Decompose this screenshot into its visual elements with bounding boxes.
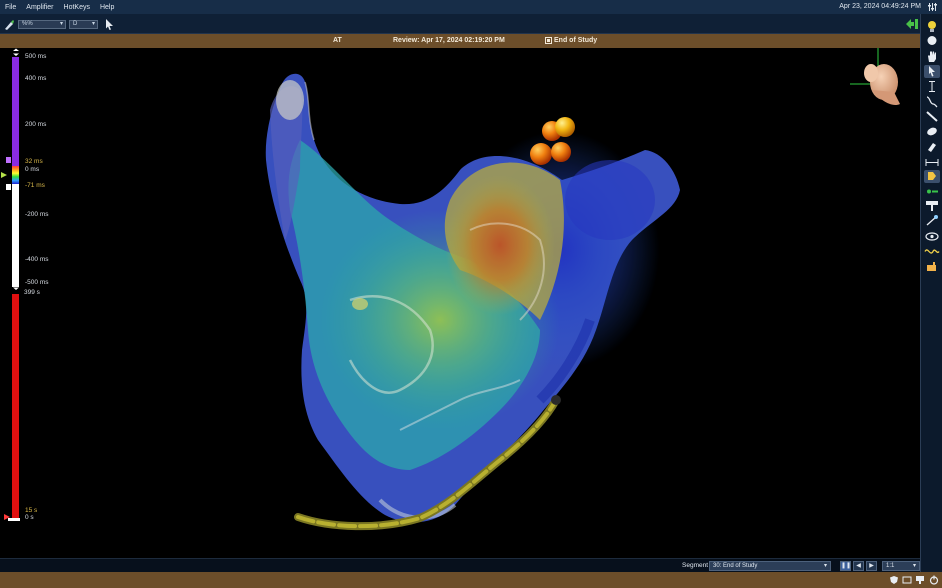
anatomy-map[interactable]: 500 ms 400 ms 200 ms 32 ms 0 ms -71 ms -…	[0, 48, 920, 558]
scale-white-region	[12, 184, 19, 287]
chevron-down-icon: ▾	[59, 21, 63, 27]
upper-threshold-marker[interactable]	[6, 157, 11, 163]
lesion-tag[interactable]	[551, 142, 571, 162]
info-bar: AT Review: Apr 17, 2024 02:19:20 PM End …	[0, 34, 920, 48]
time-label-start: 0 s	[25, 514, 34, 521]
wave-icon[interactable]	[924, 245, 940, 258]
menu-amplifier[interactable]: Amplifier	[26, 4, 53, 11]
shield-icon[interactable]	[889, 575, 899, 585]
scale-red-region	[12, 294, 19, 518]
scale-label-minus-500: -500 ms	[25, 279, 49, 286]
scale-label-zero: 0 ms	[25, 166, 40, 173]
letter-combo-value: D	[73, 21, 78, 27]
zero-marker[interactable]	[1, 172, 7, 178]
segment-name: End of Study	[554, 37, 598, 44]
scale-label-200: 200 ms	[25, 121, 47, 128]
eraser-icon[interactable]	[924, 140, 940, 153]
lesion-tag[interactable]	[555, 117, 575, 137]
width-icon[interactable]	[924, 156, 940, 169]
scale-label-minus-400: -400 ms	[25, 256, 49, 263]
power-icon[interactable]	[929, 575, 939, 585]
orientation-indicator	[850, 48, 900, 106]
catheter-icon[interactable]	[924, 185, 940, 198]
step-forward-button[interactable]: ▶	[866, 561, 877, 571]
color-scale[interactable]	[1, 48, 20, 522]
exit-arrow-icon[interactable]	[905, 18, 919, 30]
menu-help[interactable]: Help	[100, 4, 114, 11]
segment-select[interactable]: 30: End of Study ▾	[709, 561, 831, 571]
scale-label-upper-threshold: 32 ms	[25, 158, 43, 165]
projection-icon[interactable]	[924, 199, 940, 212]
step-forward-icon: ▶	[869, 563, 874, 569]
line-icon[interactable]	[924, 110, 940, 123]
ellipse-icon[interactable]	[924, 125, 940, 138]
status-bar	[0, 572, 942, 588]
scale-label-500: 500 ms	[25, 53, 47, 60]
lesion-tag[interactable]	[530, 143, 552, 165]
caliper-icon[interactable]	[924, 80, 940, 93]
view-combo-value: %%	[22, 21, 33, 27]
chevron-down-icon: ▾	[823, 563, 827, 569]
segment-select-value: 30: End of Study	[713, 563, 758, 569]
right-toolbar	[920, 14, 942, 574]
catheter-tip	[551, 395, 561, 405]
pause-icon: ❚❚	[841, 563, 852, 569]
menu-hotkeys[interactable]: HotKeys	[64, 4, 90, 11]
pointer-icon[interactable]	[924, 65, 940, 78]
scale-end-marker	[8, 518, 20, 521]
vector-icon[interactable]	[924, 214, 940, 227]
chevron-down-icon: ▾	[912, 563, 916, 569]
review-timestamp: Review: Apr 17, 2024 02:19:20 PM	[393, 37, 505, 44]
time-label-current: 15 s	[25, 507, 38, 514]
curve-icon[interactable]	[924, 95, 940, 108]
menu-file[interactable]: File	[5, 4, 16, 11]
segment-bar: Segment 30: End of Study ▾ ❚❚ ◀ ▶ 1:1 ▾	[0, 558, 920, 572]
letter-combo[interactable]: D ▾	[69, 20, 98, 29]
speed-select[interactable]: 1:1 ▾	[882, 561, 920, 571]
time-label-total: 399 s	[24, 289, 41, 296]
step-back-button[interactable]: ◀	[853, 561, 864, 571]
eye-icon[interactable]	[924, 230, 940, 243]
hand-pointer-icon[interactable]	[924, 260, 940, 273]
segment-icon	[545, 37, 552, 44]
clock: Apr 23, 2024 04:49:24 PM	[839, 3, 921, 10]
sphere-icon[interactable]	[924, 34, 940, 47]
chamber-surface[interactable]	[265, 73, 680, 523]
light-bulb-icon[interactable]	[924, 20, 940, 33]
scale-top-handle[interactable]	[13, 48, 19, 57]
scale-label-400: 400 ms	[25, 75, 47, 82]
monitor-icon[interactable]	[902, 575, 912, 585]
tag-icon[interactable]	[924, 170, 940, 183]
arrow-pointer-icon[interactable]	[105, 19, 114, 30]
equalizer-icon[interactable]	[928, 2, 938, 12]
pause-button[interactable]: ❚❚	[840, 561, 851, 571]
hand-icon[interactable]	[924, 50, 940, 63]
step-back-icon: ◀	[856, 563, 861, 569]
speed-value: 1:1	[886, 563, 895, 569]
map-name: AT	[333, 37, 342, 44]
scale-labels: 500 ms 400 ms 200 ms 32 ms 0 ms -71 ms -…	[24, 53, 49, 521]
scale-label-minus-200: -200 ms	[25, 211, 49, 218]
pen-icon[interactable]	[3, 19, 15, 31]
chevron-down-icon: ▾	[91, 21, 95, 27]
toolbar: %% ▾ D ▾	[0, 14, 942, 34]
display-icon[interactable]	[915, 575, 925, 585]
view-combo[interactable]: %% ▾	[18, 20, 66, 29]
scale-label-lower-threshold: -71 ms	[25, 182, 46, 189]
scale-purple-region	[12, 57, 19, 166]
map-viewport[interactable]: 500 ms 400 ms 200 ms 32 ms 0 ms -71 ms -…	[0, 48, 920, 558]
scale-gradient-region	[12, 166, 19, 184]
lower-threshold-marker[interactable]	[6, 184, 11, 190]
segment-label: Segment	[682, 562, 709, 569]
menu-bar: File Amplifier HotKeys Help Apr 23, 2024…	[0, 0, 942, 14]
